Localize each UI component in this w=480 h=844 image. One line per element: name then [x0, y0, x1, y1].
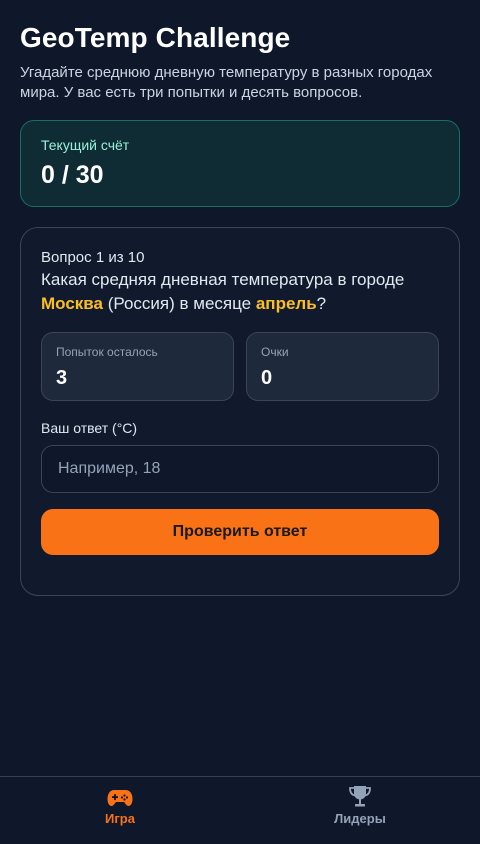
page-title: GeoTemp Challenge	[20, 22, 291, 53]
app-screen: GeoTemp Challenge Угадайте среднюю дневн…	[0, 0, 480, 844]
score-value: 0 / 30	[41, 161, 104, 189]
points-label: Очки	[261, 345, 289, 359]
nav-item-leaders[interactable]: Лидеры	[240, 785, 480, 837]
question-country: (Россия) в месяце	[107, 294, 252, 313]
nav-item-game[interactable]: Игра	[0, 785, 240, 837]
question-text: Какая средняя дневная температура в горо…	[41, 268, 441, 316]
nav-label-leaders: Лидеры	[334, 811, 386, 826]
page-subtitle: Угадайте среднюю дневную температуру в р…	[20, 64, 433, 101]
points-stat: Очки 0	[246, 332, 439, 401]
points-value: 0	[261, 367, 273, 389]
score-label: Текущий счёт	[41, 137, 130, 153]
question-city: Москва	[41, 294, 103, 313]
question-suffix: ?	[316, 294, 327, 313]
attempts-label: Попыток осталось	[56, 345, 158, 359]
bottom-nav: Игра Лидеры	[0, 776, 480, 844]
question-prefix: Какая средняя дневная температура в горо…	[41, 270, 405, 289]
attempts-value: 3	[56, 367, 68, 389]
nav-label-game: Игра	[105, 811, 135, 826]
attempts-stat: Попыток осталось 3	[41, 332, 234, 401]
score-card: Текущий счёт 0 / 30	[20, 120, 460, 207]
answer-input[interactable]	[41, 445, 439, 493]
question-card: Вопрос 1 из 10 Какая средняя дневная тем…	[20, 227, 460, 596]
trophy-icon	[349, 786, 371, 807]
answer-label: Ваш ответ (°C)	[41, 420, 138, 436]
question-counter: Вопрос 1 из 10	[41, 249, 145, 266]
question-month: апрель	[255, 294, 317, 313]
gamepad-icon	[107, 790, 133, 806]
check-answer-button[interactable]: Проверить ответ	[41, 509, 439, 555]
